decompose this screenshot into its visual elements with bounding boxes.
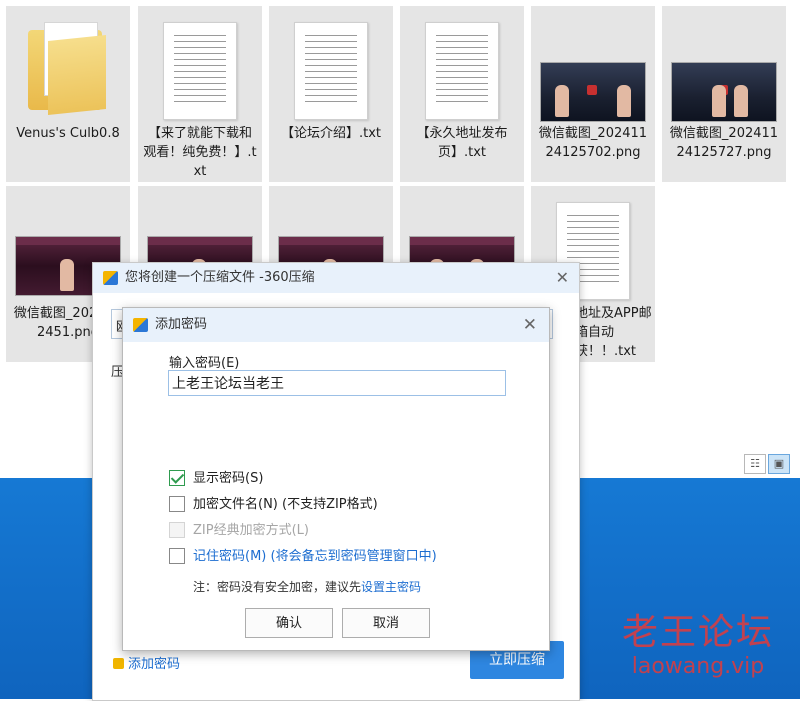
add-password-link[interactable]: 添加密码	[113, 653, 180, 672]
text-file-icon	[163, 16, 237, 120]
file-label: 微信截图_20241124125702.png	[538, 126, 648, 160]
file-item-txt[interactable]: 【论坛介绍】.txt	[269, 6, 393, 182]
add-password-label: 添加密码	[128, 657, 181, 672]
image-file-icon	[671, 16, 777, 122]
add-password-dialog: 添加密码 ✕ 输入密码(E) 上老王论坛当老王 显示密码(S) 加密文件名(N)…	[122, 307, 550, 651]
text-file-icon	[425, 16, 499, 120]
view-switcher: ☷ ▣	[742, 452, 790, 474]
zip-classic-checkbox	[169, 522, 185, 538]
encrypt-filenames-option[interactable]: 加密文件名(N) (不支持ZIP格式)	[169, 496, 378, 514]
ok-button[interactable]: 确认	[245, 608, 333, 638]
password-input[interactable]: 上老王论坛当老王	[168, 370, 506, 396]
file-label: Venus's Culb0.8	[16, 126, 120, 141]
close-icon[interactable]: ✕	[556, 263, 569, 293]
lock-icon	[113, 658, 124, 669]
remember-password-option[interactable]: 记住密码(M) (将会备忘到密码管理窗口中)	[169, 548, 437, 566]
cancel-button[interactable]: 取消	[342, 608, 430, 638]
file-item-folder[interactable]: Venus's Culb0.8	[6, 6, 130, 182]
set-master-password-link[interactable]: 设置主密码	[361, 580, 421, 594]
app-360zip-icon	[103, 271, 118, 285]
close-icon[interactable]: ✕	[523, 308, 537, 342]
security-note: 注：密码没有安全加密，建议先设置主密码	[193, 578, 421, 595]
file-label: 【永久地址发布页】.txt	[416, 126, 508, 160]
file-label: 【论坛介绍】.txt	[280, 126, 382, 141]
text-file-icon	[294, 16, 368, 120]
watermark-url: laowang.vip	[631, 654, 765, 679]
dialog-title: 添加密码	[155, 317, 208, 332]
file-item-txt[interactable]: 【永久地址发布页】.txt	[400, 6, 524, 182]
show-password-option[interactable]: 显示密码(S)	[169, 470, 263, 488]
image-file-icon	[540, 16, 646, 122]
file-label: 【来了就能下载和观看！纯免费！】.txt	[143, 126, 257, 179]
option-label: 记住密码(M) (将会备忘到密码管理窗口中)	[193, 549, 437, 564]
note-text: 注：密码没有安全加密，建议先	[193, 580, 362, 594]
file-label: 微信截图_20241124125727.png	[669, 126, 779, 160]
dialog-titlebar: 您将创建一个压缩文件 -360压缩 ✕	[93, 263, 579, 293]
show-password-checkbox[interactable]	[169, 470, 185, 486]
dialog-titlebar: 添加密码 ✕	[123, 308, 549, 342]
folder-icon	[28, 16, 108, 116]
file-label: 地址及APP邮箱自动获！！.txt	[575, 306, 652, 359]
app-360zip-icon	[133, 318, 148, 332]
option-label: 显示密码(S)	[193, 471, 264, 486]
file-item-txt[interactable]: 【来了就能下载和观看！纯免费！】.txt	[138, 6, 262, 182]
zip-classic-encryption-option: ZIP经典加密方式(L)	[169, 522, 309, 540]
dialog-title: 您将创建一个压缩文件 -360压缩	[125, 270, 315, 285]
watermark-text: 老王论坛	[622, 612, 775, 653]
file-item-png[interactable]: 微信截图_20241124125702.png	[531, 6, 655, 182]
file-item-png[interactable]: 微信截图_20241124125727.png	[662, 6, 786, 182]
details-view-icon[interactable]: ☷	[744, 454, 766, 474]
option-label: ZIP经典加密方式(L)	[193, 523, 309, 538]
remember-password-checkbox[interactable]	[169, 548, 185, 564]
password-input-label: 输入密码(E)	[169, 356, 240, 371]
watermark-logo: 老王论坛 laowang.vip	[622, 613, 774, 681]
large-icons-view-icon[interactable]: ▣	[768, 454, 790, 474]
encrypt-filenames-checkbox[interactable]	[169, 496, 185, 512]
option-label: 加密文件名(N) (不支持ZIP格式)	[193, 497, 378, 512]
